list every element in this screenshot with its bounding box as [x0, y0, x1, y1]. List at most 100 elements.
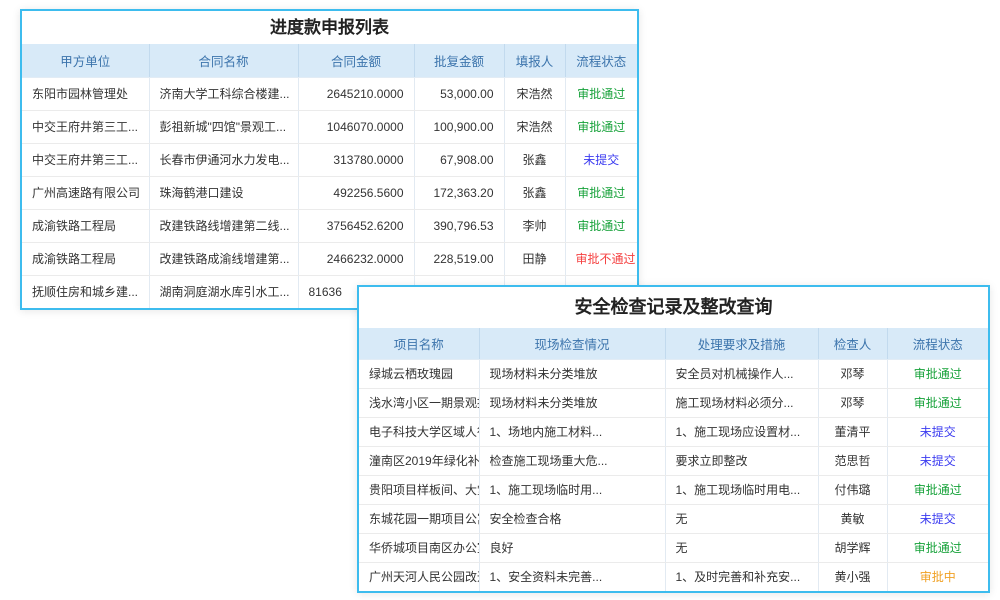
cell-link[interactable]: 东阳市园林管理处 — [22, 77, 149, 110]
cell-person: 田静 — [504, 242, 565, 275]
table-row: 绿城云栖玫瑰园现场材料未分类堆放安全员对机械操作人...邓琴审批通过 — [359, 359, 988, 388]
cell-amount: 53,000.00 — [414, 77, 504, 110]
dashboard-canvas: { "status_colors": { "approved": "#17a23… — [0, 0, 1000, 600]
cell-text: 良好 — [479, 533, 665, 562]
cell-text: 1、安全资料未完善... — [479, 562, 665, 591]
cell-person: 张鑫 — [504, 176, 565, 209]
cell-text: 1、施工现场临时用电... — [665, 475, 818, 504]
column-header: 流程状态 — [565, 44, 637, 77]
cell-text: 1、场地内施工材料... — [479, 417, 665, 446]
cell-amount: 2645210.0000 — [298, 77, 414, 110]
safety-inspection-table: 项目名称现场检查情况处理要求及措施检查人流程状态绿城云栖玫瑰园现场材料未分类堆放… — [359, 328, 988, 591]
table-row: 中交王府井第三工...长春市伊通河水力发电...313780.000067,90… — [22, 143, 637, 176]
safety-inspection-title: 安全检查记录及整改查询 — [359, 287, 988, 328]
cell-link[interactable]: 改建铁路线增建第二线... — [149, 209, 298, 242]
cell-link[interactable]: 湖南洞庭湖水库引水工... — [149, 275, 298, 308]
cell-person: 宋浩然 — [504, 77, 565, 110]
cell-person: 范思哲 — [818, 446, 887, 475]
cell-link[interactable]: 广州高速路有限公司 — [22, 176, 149, 209]
status-badge: 审批通过 — [887, 533, 988, 562]
cell-link[interactable]: 潼南区2019年绿化补贴项目 — [359, 446, 479, 475]
status-badge: 审批通过 — [565, 209, 637, 242]
cell-person: 宋浩然 — [504, 110, 565, 143]
cell-person: 邓琴 — [818, 388, 887, 417]
cell-amount: 2466232.0000 — [298, 242, 414, 275]
progress-payment-panel: 进度款申报列表 甲方单位合同名称合同金额批复金额填报人流程状态东阳市园林管理处济… — [20, 9, 639, 310]
cell-person: 胡学辉 — [818, 533, 887, 562]
column-header: 甲方单位 — [22, 44, 149, 77]
column-header: 批复金额 — [414, 44, 504, 77]
status-badge: 未提交 — [887, 504, 988, 533]
table-header-row: 甲方单位合同名称合同金额批复金额填报人流程状态 — [22, 44, 637, 77]
table-row: 中交王府井第三工...彭祖新城"四馆"景观工...1046070.0000100… — [22, 110, 637, 143]
table-row: 电子科技大学区域人行道1、场地内施工材料...1、施工现场应设置材...董清平未… — [359, 417, 988, 446]
status-badge: 审批通过 — [565, 110, 637, 143]
table-row: 成渝铁路工程局改建铁路成渝线增建第...2466232.0000228,519.… — [22, 242, 637, 275]
cell-text: 无 — [665, 504, 818, 533]
status-badge: 审批通过 — [887, 475, 988, 504]
cell-link[interactable]: 改建铁路成渝线增建第... — [149, 242, 298, 275]
cell-link[interactable]: 济南大学工科综合楼建... — [149, 77, 298, 110]
cell-amount: 492256.5600 — [298, 176, 414, 209]
table-row: 广州天河人民公园改造工程1、安全资料未完善...1、及时完善和补充安...黄小强… — [359, 562, 988, 591]
cell-link[interactable]: 东城花园一期项目公寓大 — [359, 504, 479, 533]
table-row: 东阳市园林管理处济南大学工科综合楼建...2645210.000053,000.… — [22, 77, 637, 110]
column-header: 合同金额 — [298, 44, 414, 77]
cell-link[interactable]: 中交王府井第三工... — [22, 143, 149, 176]
cell-amount: 390,796.53 — [414, 209, 504, 242]
table-row: 广州高速路有限公司珠海鹤港口建设492256.5600172,363.20张鑫审… — [22, 176, 637, 209]
cell-text: 现场材料未分类堆放 — [479, 359, 665, 388]
cell-link[interactable]: 绿城云栖玫瑰园 — [359, 359, 479, 388]
table-row: 贵阳项目样板间、大堂、1、施工现场临时用...1、施工现场临时用电...付伟璐审… — [359, 475, 988, 504]
cell-link[interactable]: 抚顺住房和城乡建... — [22, 275, 149, 308]
status-badge: 审批不通过 — [565, 242, 637, 275]
cell-link[interactable]: 贵阳项目样板间、大堂、 — [359, 475, 479, 504]
column-header: 流程状态 — [887, 328, 988, 359]
table-header-row: 项目名称现场检查情况处理要求及措施检查人流程状态 — [359, 328, 988, 359]
column-header: 检查人 — [818, 328, 887, 359]
column-header: 合同名称 — [149, 44, 298, 77]
progress-payment-title: 进度款申报列表 — [22, 11, 637, 44]
cell-text: 现场材料未分类堆放 — [479, 388, 665, 417]
cell-person: 黄小强 — [818, 562, 887, 591]
cell-text: 要求立即整改 — [665, 446, 818, 475]
progress-payment-table: 甲方单位合同名称合同金额批复金额填报人流程状态东阳市园林管理处济南大学工科综合楼… — [22, 44, 637, 308]
cell-text: 1、施工现场应设置材... — [665, 417, 818, 446]
column-header: 项目名称 — [359, 328, 479, 359]
column-header: 处理要求及措施 — [665, 328, 818, 359]
status-badge: 未提交 — [887, 417, 988, 446]
status-badge: 未提交 — [887, 446, 988, 475]
cell-text: 施工现场材料必须分... — [665, 388, 818, 417]
column-header: 现场检查情况 — [479, 328, 665, 359]
cell-amount: 172,363.20 — [414, 176, 504, 209]
status-badge: 审批通过 — [887, 359, 988, 388]
status-badge: 审批通过 — [565, 176, 637, 209]
status-badge: 审批中 — [887, 562, 988, 591]
cell-person: 黄敏 — [818, 504, 887, 533]
table-row: 浅水湾小区一期景观提升现场材料未分类堆放施工现场材料必须分...邓琴审批通过 — [359, 388, 988, 417]
status-badge: 未提交 — [565, 143, 637, 176]
cell-link[interactable]: 中交王府井第三工... — [22, 110, 149, 143]
status-badge: 审批通过 — [565, 77, 637, 110]
cell-amount: 313780.0000 — [298, 143, 414, 176]
cell-person: 董清平 — [818, 417, 887, 446]
table-row: 成渝铁路工程局改建铁路线增建第二线...3756452.6200390,796.… — [22, 209, 637, 242]
cell-text: 无 — [665, 533, 818, 562]
cell-link[interactable]: 浅水湾小区一期景观提升 — [359, 388, 479, 417]
table-row: 东城花园一期项目公寓大安全检查合格无黄敏未提交 — [359, 504, 988, 533]
cell-link[interactable]: 珠海鹤港口建设 — [149, 176, 298, 209]
cell-person: 邓琴 — [818, 359, 887, 388]
cell-text: 安全员对机械操作人... — [665, 359, 818, 388]
cell-link[interactable]: 电子科技大学区域人行道 — [359, 417, 479, 446]
table-row: 潼南区2019年绿化补贴项目检查施工现场重大危...要求立即整改范思哲未提交 — [359, 446, 988, 475]
cell-link[interactable]: 华侨城项目南区办公室内 — [359, 533, 479, 562]
cell-link[interactable]: 长春市伊通河水力发电... — [149, 143, 298, 176]
cell-amount: 3756452.6200 — [298, 209, 414, 242]
cell-link[interactable]: 成渝铁路工程局 — [22, 209, 149, 242]
cell-link[interactable]: 广州天河人民公园改造工程 — [359, 562, 479, 591]
cell-person: 付伟璐 — [818, 475, 887, 504]
cell-link[interactable]: 成渝铁路工程局 — [22, 242, 149, 275]
cell-person: 张鑫 — [504, 143, 565, 176]
table-row: 华侨城项目南区办公室内良好无胡学辉审批通过 — [359, 533, 988, 562]
cell-link[interactable]: 彭祖新城"四馆"景观工... — [149, 110, 298, 143]
